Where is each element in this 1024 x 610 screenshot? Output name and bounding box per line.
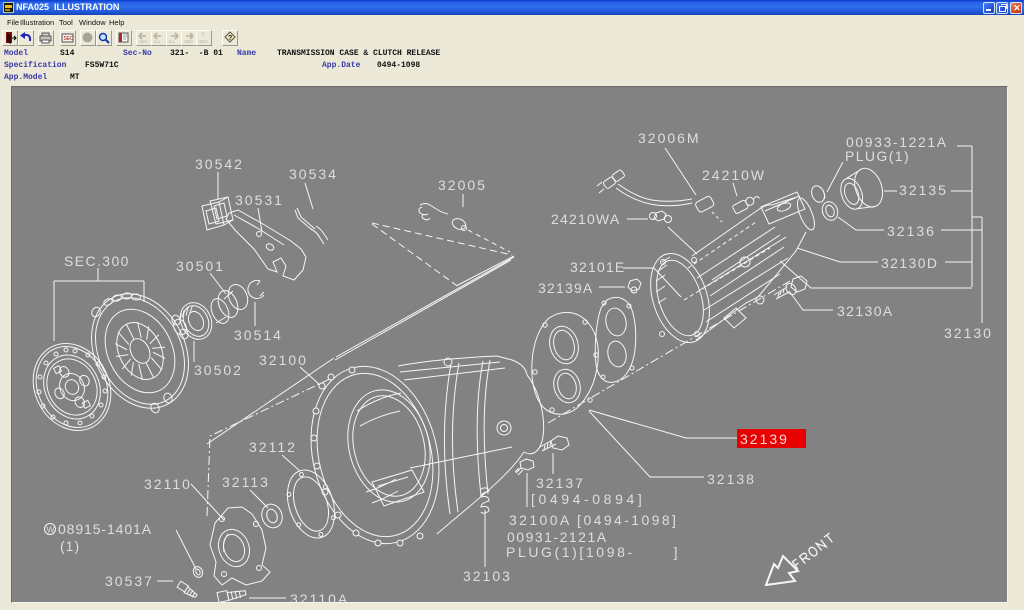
svg-text:32112: 32112 — [249, 439, 297, 455]
svg-text:32130: 32130 — [944, 325, 993, 341]
svg-text:?: ? — [228, 35, 232, 42]
svg-text:30501: 30501 — [176, 258, 225, 274]
svg-text:PLUG(1)[1098- ]: PLUG(1)[1098- ] — [506, 544, 680, 560]
svg-text:00931-2121A: 00931-2121A — [507, 529, 608, 545]
svg-text:30514: 30514 — [234, 327, 283, 343]
svg-text:32101E: 32101E — [570, 259, 625, 275]
svg-text:32100: 32100 — [259, 352, 308, 368]
svg-text:32100A [0494-1098]: 32100A [0494-1098] — [509, 512, 678, 528]
svg-text:30534: 30534 — [289, 166, 338, 182]
svg-text:32005: 32005 — [438, 177, 487, 193]
svg-text:SEC: SEC — [199, 39, 209, 44]
svg-text:ILL: ILL — [169, 39, 176, 44]
svg-text:SEC: SEC — [64, 36, 75, 42]
svg-text:30542: 30542 — [195, 156, 244, 172]
svg-text:32110A: 32110A — [290, 591, 349, 602]
svg-text:30502: 30502 — [194, 362, 243, 378]
svg-text:W: W — [47, 525, 55, 535]
svg-text:32139A: 32139A — [538, 280, 593, 296]
svg-text:24210WA: 24210WA — [551, 211, 620, 227]
svg-text:ILL: ILL — [154, 39, 161, 44]
svg-text:32138: 32138 — [707, 471, 756, 487]
svg-text:32139: 32139 — [740, 431, 789, 447]
svg-text:32136: 32136 — [887, 223, 936, 239]
svg-text:SEC: SEC — [184, 39, 194, 44]
svg-text:SEC: SEC — [139, 39, 149, 44]
svg-text:32137: 32137 — [536, 475, 585, 491]
svg-text:24210W: 24210W — [702, 167, 766, 183]
svg-text:30537: 30537 — [105, 573, 154, 589]
svg-text:32135: 32135 — [899, 182, 948, 198]
svg-text:32113: 32113 — [222, 474, 270, 490]
svg-text:08915-1401A: 08915-1401A — [58, 521, 152, 537]
svg-text:30531: 30531 — [235, 192, 284, 208]
svg-text:PLUG(1): PLUG(1) — [845, 148, 910, 164]
svg-text:32006M: 32006M — [638, 130, 701, 146]
svg-text:(1): (1) — [60, 538, 80, 554]
svg-text:32130D: 32130D — [881, 255, 938, 271]
svg-text:SEC.300: SEC.300 — [64, 253, 130, 269]
svg-text:32103: 32103 — [463, 568, 512, 584]
svg-text:[0494-0894]: [0494-0894] — [531, 491, 645, 507]
svg-text:32130A: 32130A — [837, 303, 894, 319]
svg-text:32110: 32110 — [144, 476, 192, 492]
